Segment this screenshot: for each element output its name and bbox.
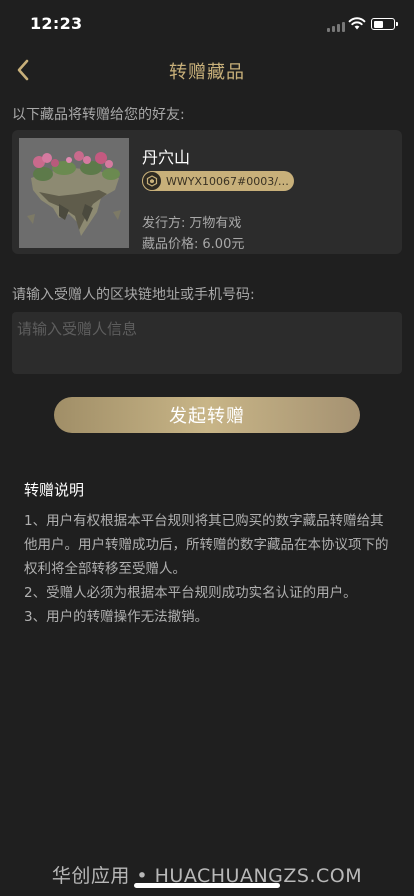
price-value: 6.00元	[202, 237, 245, 252]
collection-card: 丹穴山 WWYX10067#0003/16... 发行方: 万物有戏 藏品价格:…	[12, 130, 402, 254]
status-bar: 12:23	[0, 0, 414, 50]
address-label: 请输入受赠人的区块链地址或手机号码:	[12, 287, 255, 303]
instruction-item: 2、受赠人必须为根据本平台规则成功实名认证的用户。	[24, 585, 357, 601]
home-indicator[interactable]	[134, 883, 280, 888]
price-key: 藏品价格:	[142, 237, 199, 252]
instruction-item: 1、用户有权根据本平台规则将其已购买的数字藏品转赠给其他用户。用户转赠成功后，所…	[24, 513, 389, 577]
friend-label: 以下藏品将转赠给您的好友:	[12, 107, 185, 123]
transfer-collection-page: 12:23 转赠藏品 以下藏品将转赠给您的好友: 丹穴山 WWYX10067#0…	[0, 0, 414, 896]
collection-name: 丹穴山	[142, 148, 191, 167]
token-id-text: WWYX10067#0003/16...	[166, 174, 290, 188]
nav-bar: 转赠藏品	[0, 50, 414, 90]
signal-icon	[327, 22, 345, 32]
instruction-item: 3、用户的转赠操作无法撤销。	[24, 609, 209, 625]
battery-icon	[371, 18, 398, 30]
instructions-title: 转赠说明	[24, 481, 85, 499]
start-transfer-button[interactable]: 发起转赠	[54, 397, 360, 433]
price-row: 藏品价格: 6.00元	[142, 233, 244, 252]
status-time: 12:23	[30, 14, 83, 33]
instructions-body: 1、用户有权根据本平台规则将其已购买的数字藏品转赠给其他用户。用户转赠成功后，所…	[24, 509, 394, 629]
issuer-value: 万物有戏	[189, 216, 242, 231]
issuer-key: 发行方:	[142, 216, 186, 231]
recipient-input[interactable]	[12, 312, 402, 374]
collection-thumbnail	[19, 138, 129, 248]
floating-island-image	[19, 138, 129, 248]
token-badge-icon	[142, 171, 162, 191]
wifi-icon	[348, 17, 366, 30]
issuer-row: 发行方: 万物有戏	[142, 212, 241, 231]
token-id-badge: WWYX10067#0003/16...	[142, 171, 294, 191]
page-title: 转赠藏品	[169, 62, 245, 83]
